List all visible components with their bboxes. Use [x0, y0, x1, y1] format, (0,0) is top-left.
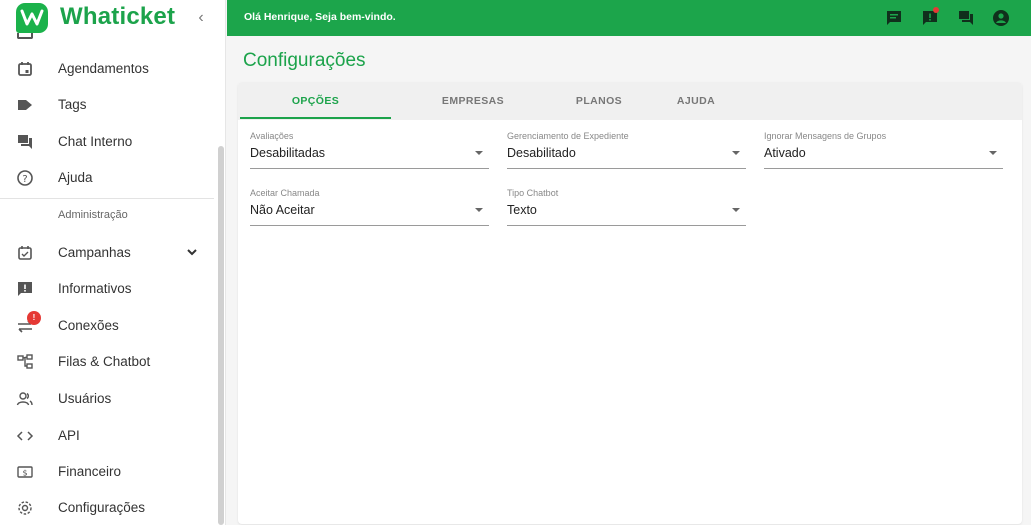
forum-icon [18, 135, 32, 149]
notification-dot [933, 7, 939, 13]
sidebar-item-configuracoes[interactable]: Configurações [0, 490, 218, 525]
field-underline [764, 168, 1003, 169]
sidebar-item-filas-chatbot[interactable]: Filas & Chatbot [0, 344, 218, 380]
announcement-icon [18, 282, 32, 296]
welcome-greeting: Olá Henrique, Seja bem-vindo. [244, 11, 396, 23]
avaliacoes-select[interactable]: Avaliações Desabilitadas [250, 131, 489, 169]
sidebar-item-label: Conexões [58, 318, 119, 333]
top-app-bar: Olá Henrique, Seja bem-vindo. [227, 0, 1031, 36]
field-underline [507, 225, 746, 226]
partial-menu-icon [17, 33, 33, 39]
tab-ajuda[interactable]: AJUDA [642, 82, 750, 120]
dropdown-arrow-icon [475, 208, 483, 212]
sidebar-item-usuarios[interactable]: Usuários [0, 381, 218, 417]
sidebar-item-label: Agendamentos [58, 61, 149, 76]
chevron-left-icon[interactable]: ‹ [193, 9, 209, 27]
sidebar-item-label: Tags [58, 97, 87, 112]
dropdown-arrow-icon [732, 208, 740, 212]
announcement-icon[interactable] [921, 7, 939, 27]
sidebar-item-label: Ajuda [58, 170, 93, 185]
brand-header: Whaticket ‹ [0, 0, 225, 36]
aceitar-chamada-select[interactable]: Aceitar Chamada Não Aceitar [250, 188, 489, 226]
people-icon [16, 392, 33, 406]
field-value: Desabilitadas [250, 146, 326, 160]
field-label: Aceitar Chamada [250, 188, 320, 198]
sidebar-item-chat-interno[interactable]: Chat Interno [0, 124, 218, 160]
field-underline [250, 168, 489, 169]
sidebar-item-label: Informativos [58, 281, 132, 296]
svg-text:$: $ [22, 469, 27, 478]
dropdown-arrow-icon [989, 151, 997, 155]
sidebar-item-label: Filas & Chatbot [58, 354, 151, 369]
sidebar-item-api[interactable]: API [0, 418, 218, 454]
settings-tabs: OPÇÕES EMPRESAS PLANOS AJUDA [238, 82, 1022, 120]
sidebar-item-label: Usuários [58, 391, 112, 406]
sidebar-item-tags[interactable]: Tags [0, 87, 218, 123]
sidebar-item-campanhas[interactable]: Campanhas [0, 235, 218, 271]
field-underline [250, 225, 489, 226]
sidebar-item-label: Configurações [58, 500, 146, 515]
expediente-select[interactable]: Gerenciamento de Expediente Desabilitado [507, 131, 746, 169]
code-icon [16, 431, 34, 441]
svg-text:?: ? [22, 174, 27, 185]
settings-icon [18, 501, 32, 515]
help-icon: ? [17, 170, 33, 186]
field-value: Ativado [764, 146, 806, 160]
whaticket-logo-icon [16, 3, 48, 33]
account-tree-icon [17, 354, 33, 369]
field-label: Avaliações [250, 131, 294, 141]
ignorar-grupos-select[interactable]: Ignorar Mensagens de Grupos Ativado [764, 131, 1003, 169]
sidebar-divider [0, 198, 214, 199]
forum-icon[interactable] [957, 9, 975, 27]
sidebar-scrollbar[interactable] [218, 146, 224, 525]
money-icon: $ [17, 466, 33, 478]
page-title: Configurações [243, 50, 366, 71]
field-underline [507, 168, 746, 169]
tipo-chatbot-select[interactable]: Tipo Chatbot Texto [507, 188, 746, 226]
notification-badge: ! [27, 311, 41, 325]
field-value: Não Aceitar [250, 203, 315, 217]
dropdown-arrow-icon [732, 151, 740, 155]
app-root: Whaticket ‹ Agendamentos Tags Chat Inter… [0, 0, 1031, 525]
sidebar: Whaticket ‹ Agendamentos Tags Chat Inter… [0, 0, 226, 525]
sidebar-item-informativos[interactable]: Informativos [0, 271, 218, 307]
sidebar-item-conexoes[interactable]: ! Conexões [0, 308, 218, 344]
field-value: Texto [507, 203, 537, 217]
active-tab-indicator [240, 117, 391, 119]
calendar-icon [18, 62, 32, 76]
chevron-down-icon[interactable] [185, 245, 199, 259]
sidebar-item-financeiro[interactable]: $ Financeiro [0, 454, 218, 490]
chat-bubble-icon[interactable] [885, 9, 903, 27]
sidebar-item-agendamentos[interactable]: Agendamentos [0, 51, 218, 87]
dropdown-arrow-icon [475, 151, 483, 155]
sidebar-item-ajuda[interactable]: ? Ajuda [0, 160, 218, 196]
sidebar-item-label: API [58, 428, 80, 443]
field-label: Ignorar Mensagens de Grupos [764, 131, 887, 141]
sidebar-item-label: Chat Interno [58, 134, 133, 149]
brand-name: Whaticket [60, 3, 176, 30]
account-circle-icon[interactable] [992, 9, 1010, 27]
tab-opcoes[interactable]: OPÇÕES [240, 82, 391, 120]
field-label: Tipo Chatbot [507, 188, 559, 198]
event-check-icon [18, 246, 32, 260]
section-label-administracao: Administração [58, 209, 128, 221]
field-label: Gerenciamento de Expediente [507, 131, 629, 141]
field-value: Desabilitado [507, 146, 576, 160]
sidebar-item-label: Campanhas [58, 245, 131, 260]
tag-icon [18, 100, 32, 110]
sidebar-item-label: Financeiro [58, 464, 122, 479]
